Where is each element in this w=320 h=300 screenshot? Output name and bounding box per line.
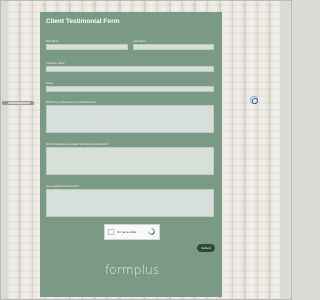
recaptcha-label: I'm not a robot — [117, 230, 137, 234]
question-2-textarea[interactable] — [46, 147, 214, 175]
last-name-input[interactable] — [133, 44, 214, 50]
company-label: Company Name — [46, 62, 65, 65]
question-3-textarea[interactable] — [46, 189, 214, 217]
email-input[interactable] — [46, 86, 214, 92]
first-name-input[interactable] — [46, 44, 128, 50]
recaptcha-checkbox[interactable] — [108, 229, 114, 235]
first-name-label: First Name — [46, 40, 59, 43]
formplus-logo: formplus — [105, 263, 160, 277]
recaptcha-icon — [148, 228, 155, 235]
accessibility-icon[interactable] — [250, 96, 258, 104]
question-1-label: What do you like about our product/servi… — [46, 101, 97, 104]
recaptcha-widget: I'm not a robot — [104, 224, 160, 240]
question-3-label: Any suggestions/comments? — [46, 185, 80, 188]
company-input[interactable] — [46, 66, 214, 72]
side-feedback-tab[interactable] — [2, 101, 34, 105]
form-title: Client Testimonial Form — [46, 18, 120, 25]
submit-button[interactable]: Submit — [197, 244, 215, 252]
last-name-label: Last Name — [133, 40, 146, 43]
form-card: Client Testimonial Form First Name Last … — [40, 12, 222, 297]
email-label: Email — [46, 82, 53, 85]
question-1-textarea[interactable] — [46, 105, 214, 133]
question-2-label: Which challenges are solved with this pr… — [46, 143, 109, 146]
